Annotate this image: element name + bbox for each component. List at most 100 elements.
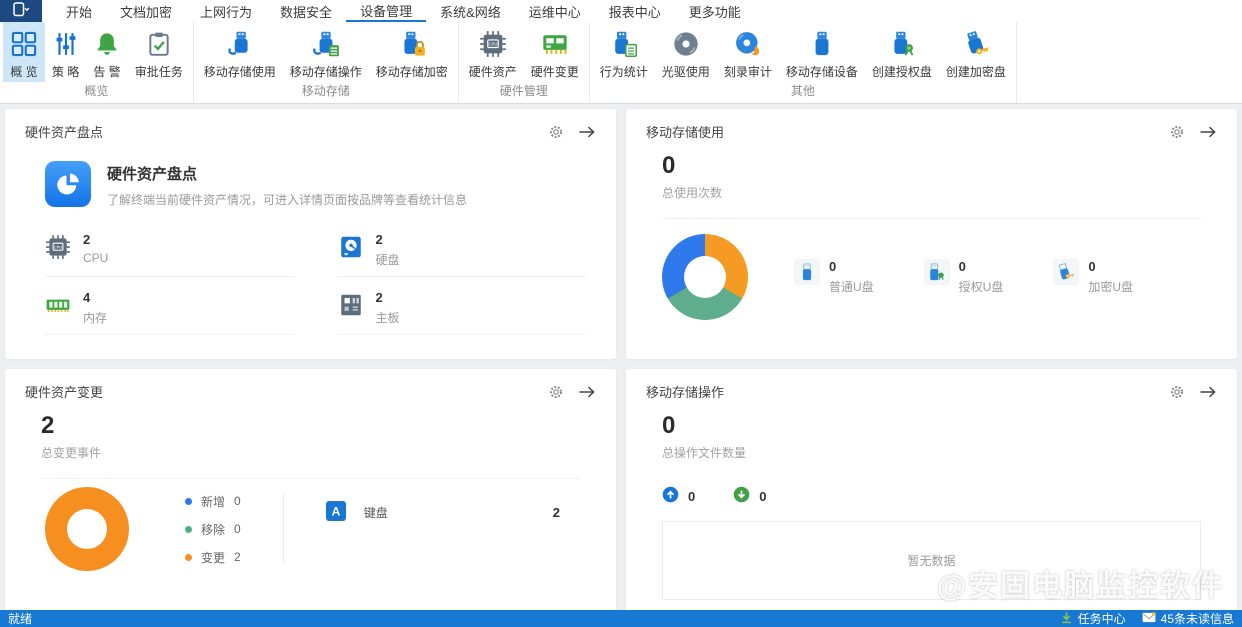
- card-hardware-inventory: 硬件资产盘点 硬件资产盘点 了解终端当前硬件资产情况，可进入详情页面按品牌等查看…: [5, 109, 616, 359]
- task-center-button[interactable]: 任务中心: [1060, 610, 1126, 627]
- upload-value: 0: [688, 488, 696, 504]
- ribbon-item-label: 硬件资产: [468, 65, 517, 79]
- memory-icon: [45, 292, 71, 326]
- gear-icon[interactable]: [548, 124, 564, 140]
- menu-item-web-behavior[interactable]: 上网行为: [186, 0, 266, 22]
- menu-item-system-network[interactable]: 系统&网络: [426, 0, 515, 22]
- ribbon-item-storage-usage[interactable]: 移动存储使用: [197, 22, 283, 82]
- ribbon-item-label: 创建授权盘: [871, 65, 932, 79]
- legend-item-changed[interactable]: 变更 2: [185, 549, 241, 566]
- card-title: 硬件资产变更: [25, 385, 104, 400]
- ribbon-item-label: 创建加密盘: [945, 65, 1006, 79]
- stat-harddisk: 2 硬盘: [337, 232, 586, 277]
- ribbon-item-alarm[interactable]: 告 警: [86, 22, 127, 82]
- stat-encrypted-usb: 0 加密U盘: [1053, 259, 1133, 295]
- total-change-count: 2: [41, 412, 55, 439]
- menu-items: 开始 文档加密 上网行为 数据安全 设备管理 系统&网络 运维中心 报表中心 更…: [52, 0, 755, 22]
- ribbon-group-label: 硬件管理: [499, 84, 548, 98]
- menu-item-data-security[interactable]: 数据安全: [266, 0, 346, 22]
- ribbon-group-label: 其他: [790, 84, 815, 98]
- total-usage-label: 总使用次数: [662, 186, 723, 200]
- ribbon-item-label: 移动存储加密: [375, 65, 448, 79]
- arrow-right-icon[interactable]: [1199, 385, 1217, 399]
- legend-label: 变更: [201, 550, 226, 565]
- unread-messages-button[interactable]: 45条未读信息: [1142, 610, 1234, 627]
- ribbon-item-storage-encrypt[interactable]: 移动存储加密: [369, 22, 455, 82]
- divider: [41, 478, 580, 479]
- legend-value: 2: [234, 550, 241, 564]
- ribbon-item-overview[interactable]: 概 览: [3, 22, 45, 82]
- legend-item-removed[interactable]: 移除 0: [185, 521, 241, 538]
- app-menu-button[interactable]: [0, 0, 42, 22]
- usb-encrypt-icon: [398, 27, 426, 61]
- menu-item-more-features[interactable]: 更多功能: [675, 0, 755, 22]
- cpu-chip-icon: CPU: [45, 234, 71, 268]
- stat-label: CPU: [83, 251, 109, 265]
- arrow-right-icon[interactable]: [1199, 125, 1217, 139]
- arrow-right-icon[interactable]: [578, 385, 596, 399]
- ribbon-item-policy[interactable]: 策 略: [45, 22, 86, 82]
- change-legend: 新增 0 移除 0 变更 2: [185, 493, 241, 566]
- ribbon-item-create-encrypt-disk[interactable]: 创建加密盘: [939, 22, 1013, 82]
- usb-plain-icon: [794, 259, 820, 285]
- menu-item-device-management[interactable]: 设备管理: [346, 0, 427, 22]
- item-value: 2: [552, 505, 560, 520]
- card-storage-operation: 移动存储操作 0 总操作文件数量 0 0 暂无数据: [626, 369, 1237, 610]
- legend-value: 0: [234, 494, 241, 508]
- ribbon-item-hardware-asset[interactable]: CPU 硬件资产: [462, 22, 524, 82]
- ribbon-item-burn-audit[interactable]: 刻录审计: [717, 22, 779, 82]
- ribbon-item-label: 移动存储设备: [785, 65, 858, 79]
- empty-data-placeholder: 暂无数据: [662, 521, 1201, 600]
- ribbon-item-label: 策 略: [52, 65, 80, 79]
- download-stat: 0: [733, 486, 766, 506]
- ribbon-item-storage-operation[interactable]: 移动存储操作: [283, 22, 369, 82]
- stat-label: 硬盘: [375, 253, 400, 267]
- ribbon-item-label: 移动存储操作: [289, 65, 362, 79]
- ribbon-filler: [1017, 22, 1242, 103]
- motherboard-icon: [338, 292, 364, 326]
- menu-item-ops-center[interactable]: 运维中心: [515, 0, 595, 22]
- gear-icon[interactable]: [1169, 124, 1185, 140]
- dashboard: 硬件资产盘点 硬件资产盘点 了解终端当前硬件资产情况，可进入详情页面按品牌等查看…: [0, 104, 1242, 610]
- ribbon-item-approval-tasks[interactable]: 审批任务: [128, 22, 190, 82]
- envelope-icon: [1142, 612, 1156, 626]
- unread-messages-label: 45条未读信息: [1160, 612, 1234, 626]
- ribbon-item-behavior-stats[interactable]: 行为统计: [593, 22, 655, 82]
- stat-label: 加密U盘: [1088, 280, 1134, 294]
- ribbon-item-storage-device[interactable]: 移动存储设备: [779, 22, 865, 82]
- upload-arrow-icon: [662, 486, 679, 506]
- total-operation-label: 总操作文件数量: [662, 446, 747, 460]
- gear-icon[interactable]: [1169, 384, 1185, 400]
- menu-item-doc-encrypt[interactable]: 文档加密: [106, 0, 186, 22]
- hardware-change-icon: [541, 27, 569, 61]
- legend-item-added[interactable]: 新增 0: [185, 493, 241, 510]
- ribbon-item-label: 移动存储使用: [203, 65, 276, 79]
- behavior-stats-icon: [610, 27, 638, 61]
- stat-value: 4: [83, 290, 91, 305]
- usb-usage-icon: [226, 27, 254, 61]
- menu-item-start[interactable]: 开始: [52, 0, 106, 22]
- keyboard-icon: A: [325, 501, 346, 524]
- arrow-right-icon[interactable]: [578, 125, 596, 139]
- ribbon-group-label: 移动存储: [301, 84, 350, 98]
- cpu-chip-icon: CPU: [479, 27, 507, 61]
- ribbon-item-label: 刻录审计: [723, 65, 772, 79]
- menu-item-report-center[interactable]: 报表中心: [595, 0, 675, 22]
- gear-icon[interactable]: [548, 384, 564, 400]
- ribbon-item-label: 审批任务: [134, 65, 183, 79]
- ribbon-item-label: 行为统计: [599, 65, 648, 79]
- ribbon-item-create-auth-disk[interactable]: 创建授权盘: [865, 22, 939, 82]
- card-title: 移动存储使用: [646, 125, 725, 140]
- upload-stat: 0: [662, 486, 695, 506]
- ribbon-item-hardware-change[interactable]: 硬件变更: [524, 22, 586, 82]
- svg-text:A: A: [331, 505, 340, 519]
- hero-banner: 硬件资产盘点 了解终端当前硬件资产情况，可进入详情页面按品牌等查看统计信息: [45, 161, 586, 210]
- stat-memory: 4 内存: [45, 290, 294, 335]
- ribbon-item-label: 告 警: [93, 65, 121, 79]
- card-title: 移动存储操作: [646, 385, 725, 400]
- legend-label: 新增: [201, 494, 226, 509]
- approval-clipboard-icon: [146, 27, 172, 61]
- legend-dot: [185, 553, 192, 561]
- create-auth-disk-icon: [888, 27, 916, 61]
- ribbon-item-cdrom-usage[interactable]: 光驱使用: [655, 22, 717, 82]
